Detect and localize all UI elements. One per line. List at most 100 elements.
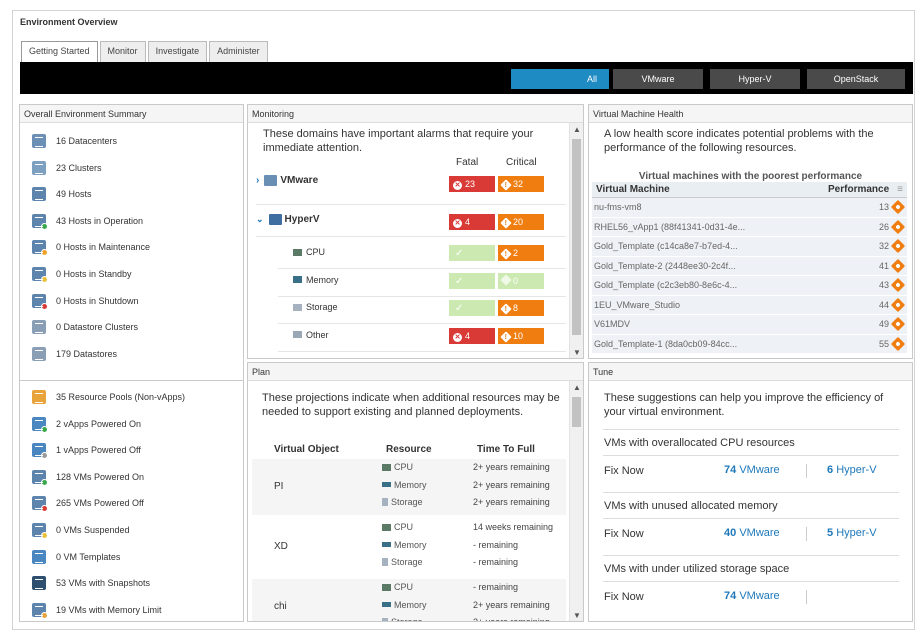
resource-row-storage[interactable]: Storage	[293, 302, 338, 312]
fatal-cell[interactable]: ✓	[449, 300, 495, 316]
time-to-full: - remaining	[473, 582, 519, 592]
hyperv-fix-link[interactable]: 6 Hyper-V	[827, 464, 877, 476]
virtual-object-name[interactable]: XD	[274, 541, 288, 552]
fatal-cell[interactable]: ✓	[449, 272, 495, 289]
scroll-up-icon[interactable]: ▲	[573, 383, 581, 392]
vm-health-row[interactable]: Gold_Template (c14ca8e7-b7ed-4... 32	[592, 237, 907, 257]
summary-item[interactable]: 265 VMs Powered Off	[32, 494, 144, 513]
summary-item[interactable]: 0 Datastore Clusters	[32, 318, 138, 336]
vmware-critical-cell[interactable]: ! 32	[498, 176, 544, 192]
cpu-icon	[382, 523, 391, 531]
resource-row-memory[interactable]: Memory	[293, 275, 339, 285]
summary-item[interactable]: 16 Datacenters	[32, 132, 117, 150]
tab-monitor[interactable]: Monitor	[99, 41, 146, 62]
cluster-icon	[32, 160, 46, 175]
summary-item-label: 0 VM Templates	[56, 551, 121, 562]
hyperv-critical-cell[interactable]: ! 20	[498, 214, 544, 230]
vm-health-row[interactable]: nu-fms-vm8 13	[592, 198, 907, 218]
vm-off-icon	[32, 496, 48, 513]
vm-name[interactable]: V61MDV	[594, 319, 630, 329]
resource-label: Storage	[306, 302, 338, 312]
vm-health-row[interactable]: Gold_Template-1 (8da0cb09-84cc... 55	[592, 334, 907, 354]
summary-item[interactable]: 0 Hosts in Maintenance	[32, 238, 150, 257]
datacenter-icon	[32, 134, 46, 148]
resource-cell: CPU	[382, 522, 413, 532]
resource-row-other[interactable]: Other	[293, 330, 329, 340]
summary-item[interactable]: 0 VM Templates	[32, 548, 120, 566]
monitoring-intro: These domains have important alarms that…	[263, 128, 534, 154]
critical-cell[interactable]: ! 2	[498, 245, 544, 261]
vm-health-row[interactable]: Gold_Template-2 (2448ee30-2c4f... 41	[592, 256, 907, 276]
tune-section-heading: VMs with unused allocated memory	[604, 500, 778, 512]
filter-bar: All VMware Hyper-V OpenStack	[20, 62, 913, 94]
column-menu-icon[interactable]: ≡	[897, 184, 903, 195]
hyperv-fatal-count: 4	[465, 217, 471, 227]
scroll-up-icon[interactable]: ▲	[573, 125, 581, 134]
vm-name[interactable]: RHEL56_vApp1 (88f41341-0d31-4e...	[594, 222, 745, 232]
hyperv-fatal-cell[interactable]: ✕ 4	[449, 214, 495, 230]
critical-cell[interactable]: ! 8	[498, 300, 544, 316]
vm-name[interactable]: Gold_Template (c14ca8e7-b7ed-4...	[594, 241, 738, 251]
critical-cell[interactable]: 0	[498, 272, 544, 289]
hyperv-fix-link[interactable]: 5 Hyper-V	[827, 527, 877, 539]
vmware-fatal-cell[interactable]: ✕ 23	[449, 176, 495, 192]
hyperv-domain-row[interactable]: ⌄ HyperV	[256, 214, 320, 225]
summary-item[interactable]: 43 Hosts in Operation	[32, 212, 143, 230]
vm-name[interactable]: Gold_Template-2 (2448ee30-2c4f...	[594, 261, 736, 271]
summary-item[interactable]: 0 VMs Suspended	[32, 521, 130, 539]
vm-name[interactable]: nu-fms-vm8	[594, 202, 642, 212]
chevron-down-icon[interactable]: ⌄	[256, 214, 264, 225]
filter-vmware-button[interactable]: VMware	[613, 69, 703, 89]
time-to-full: - remaining	[473, 557, 519, 567]
summary-item[interactable]: 179 Datastores	[32, 345, 117, 363]
vm-name[interactable]: Gold_Template (c2c3eb80-8e6c-4...	[594, 280, 737, 290]
vm-name[interactable]: Gold_Template-1 (8da0cb09-84cc...	[594, 339, 737, 349]
chevron-right-icon[interactable]: ›	[256, 175, 259, 186]
summary-item[interactable]: 0 Hosts in Standby	[32, 265, 132, 283]
filter-hyperv-button[interactable]: Hyper-V	[710, 69, 800, 89]
tab-investigate[interactable]: Investigate	[147, 41, 208, 62]
filter-openstack-button[interactable]: OpenStack	[807, 69, 905, 89]
vmware-domain-row[interactable]: › VMware	[256, 175, 318, 186]
virtual-object-name[interactable]: PI	[274, 481, 283, 492]
tab-administer[interactable]: Administer	[209, 41, 268, 62]
summary-item-label: 179 Datastores	[56, 348, 118, 359]
summary-item[interactable]: 19 VMs with Memory Limit	[32, 601, 162, 619]
scroll-down-icon[interactable]: ▼	[573, 348, 581, 357]
summary-item[interactable]: 35 Resource Pools (Non-vApps)	[32, 388, 185, 406]
filter-all-button[interactable]: All	[511, 69, 609, 89]
scroll-down-icon[interactable]: ▼	[573, 611, 581, 620]
vm-column-header[interactable]: Virtual Machine	[596, 184, 670, 195]
critical-cell[interactable]: ! 10	[498, 327, 544, 344]
resource-cell: CPU	[382, 462, 413, 472]
summary-item[interactable]: 1 vApps Powered Off	[32, 441, 141, 460]
summary-item[interactable]: 53 VMs with Snapshots	[32, 574, 150, 592]
resource-row-cpu[interactable]: CPU	[293, 247, 325, 257]
vm-health-row[interactable]: 1EU_VMware_Studio 44	[592, 295, 907, 315]
virtual-object-name[interactable]: chi	[274, 601, 287, 612]
summary-item[interactable]: 128 VMs Powered On	[32, 468, 144, 486]
tab-getting-started[interactable]: Getting Started	[21, 41, 98, 63]
fix-now-label: Fix Now	[604, 528, 644, 540]
vmware-fix-link[interactable]: 74 VMware	[724, 464, 780, 476]
summary-item[interactable]: 49 Hosts	[32, 185, 92, 203]
cpu-icon	[293, 248, 302, 256]
vmware-fix-link[interactable]: 74 VMware	[724, 590, 780, 602]
summary-item[interactable]: 0 Hosts in Shutdown	[32, 292, 139, 310]
vm-health-row[interactable]: RHEL56_vApp1 (88f41341-0d31-4e... 26	[592, 217, 907, 237]
tune-title: Tune	[589, 363, 912, 381]
summary-item[interactable]: 2 vApps Powered On	[32, 415, 141, 433]
vm-health-row[interactable]: V61MDV 49	[592, 315, 907, 335]
scroll-thumb[interactable]	[572, 139, 581, 335]
critical-count: 2	[513, 248, 519, 258]
fatal-cell[interactable]: ✓	[449, 245, 495, 261]
vm-health-row[interactable]: Gold_Template (c2c3eb80-8e6c-4... 43	[592, 276, 907, 296]
performance-column-header[interactable]: Performance	[828, 184, 889, 195]
fatal-cell[interactable]: ✕ 4	[449, 327, 495, 344]
vm-name[interactable]: 1EU_VMware_Studio	[594, 300, 680, 310]
scroll-thumb[interactable]	[572, 397, 581, 427]
plan-scrollbar[interactable]: ▲ ▼	[569, 381, 583, 621]
summary-item[interactable]: 23 Clusters	[32, 159, 102, 177]
monitoring-scrollbar[interactable]: ▲ ▼	[569, 123, 583, 358]
vmware-fix-link[interactable]: 40 VMware	[724, 527, 780, 539]
